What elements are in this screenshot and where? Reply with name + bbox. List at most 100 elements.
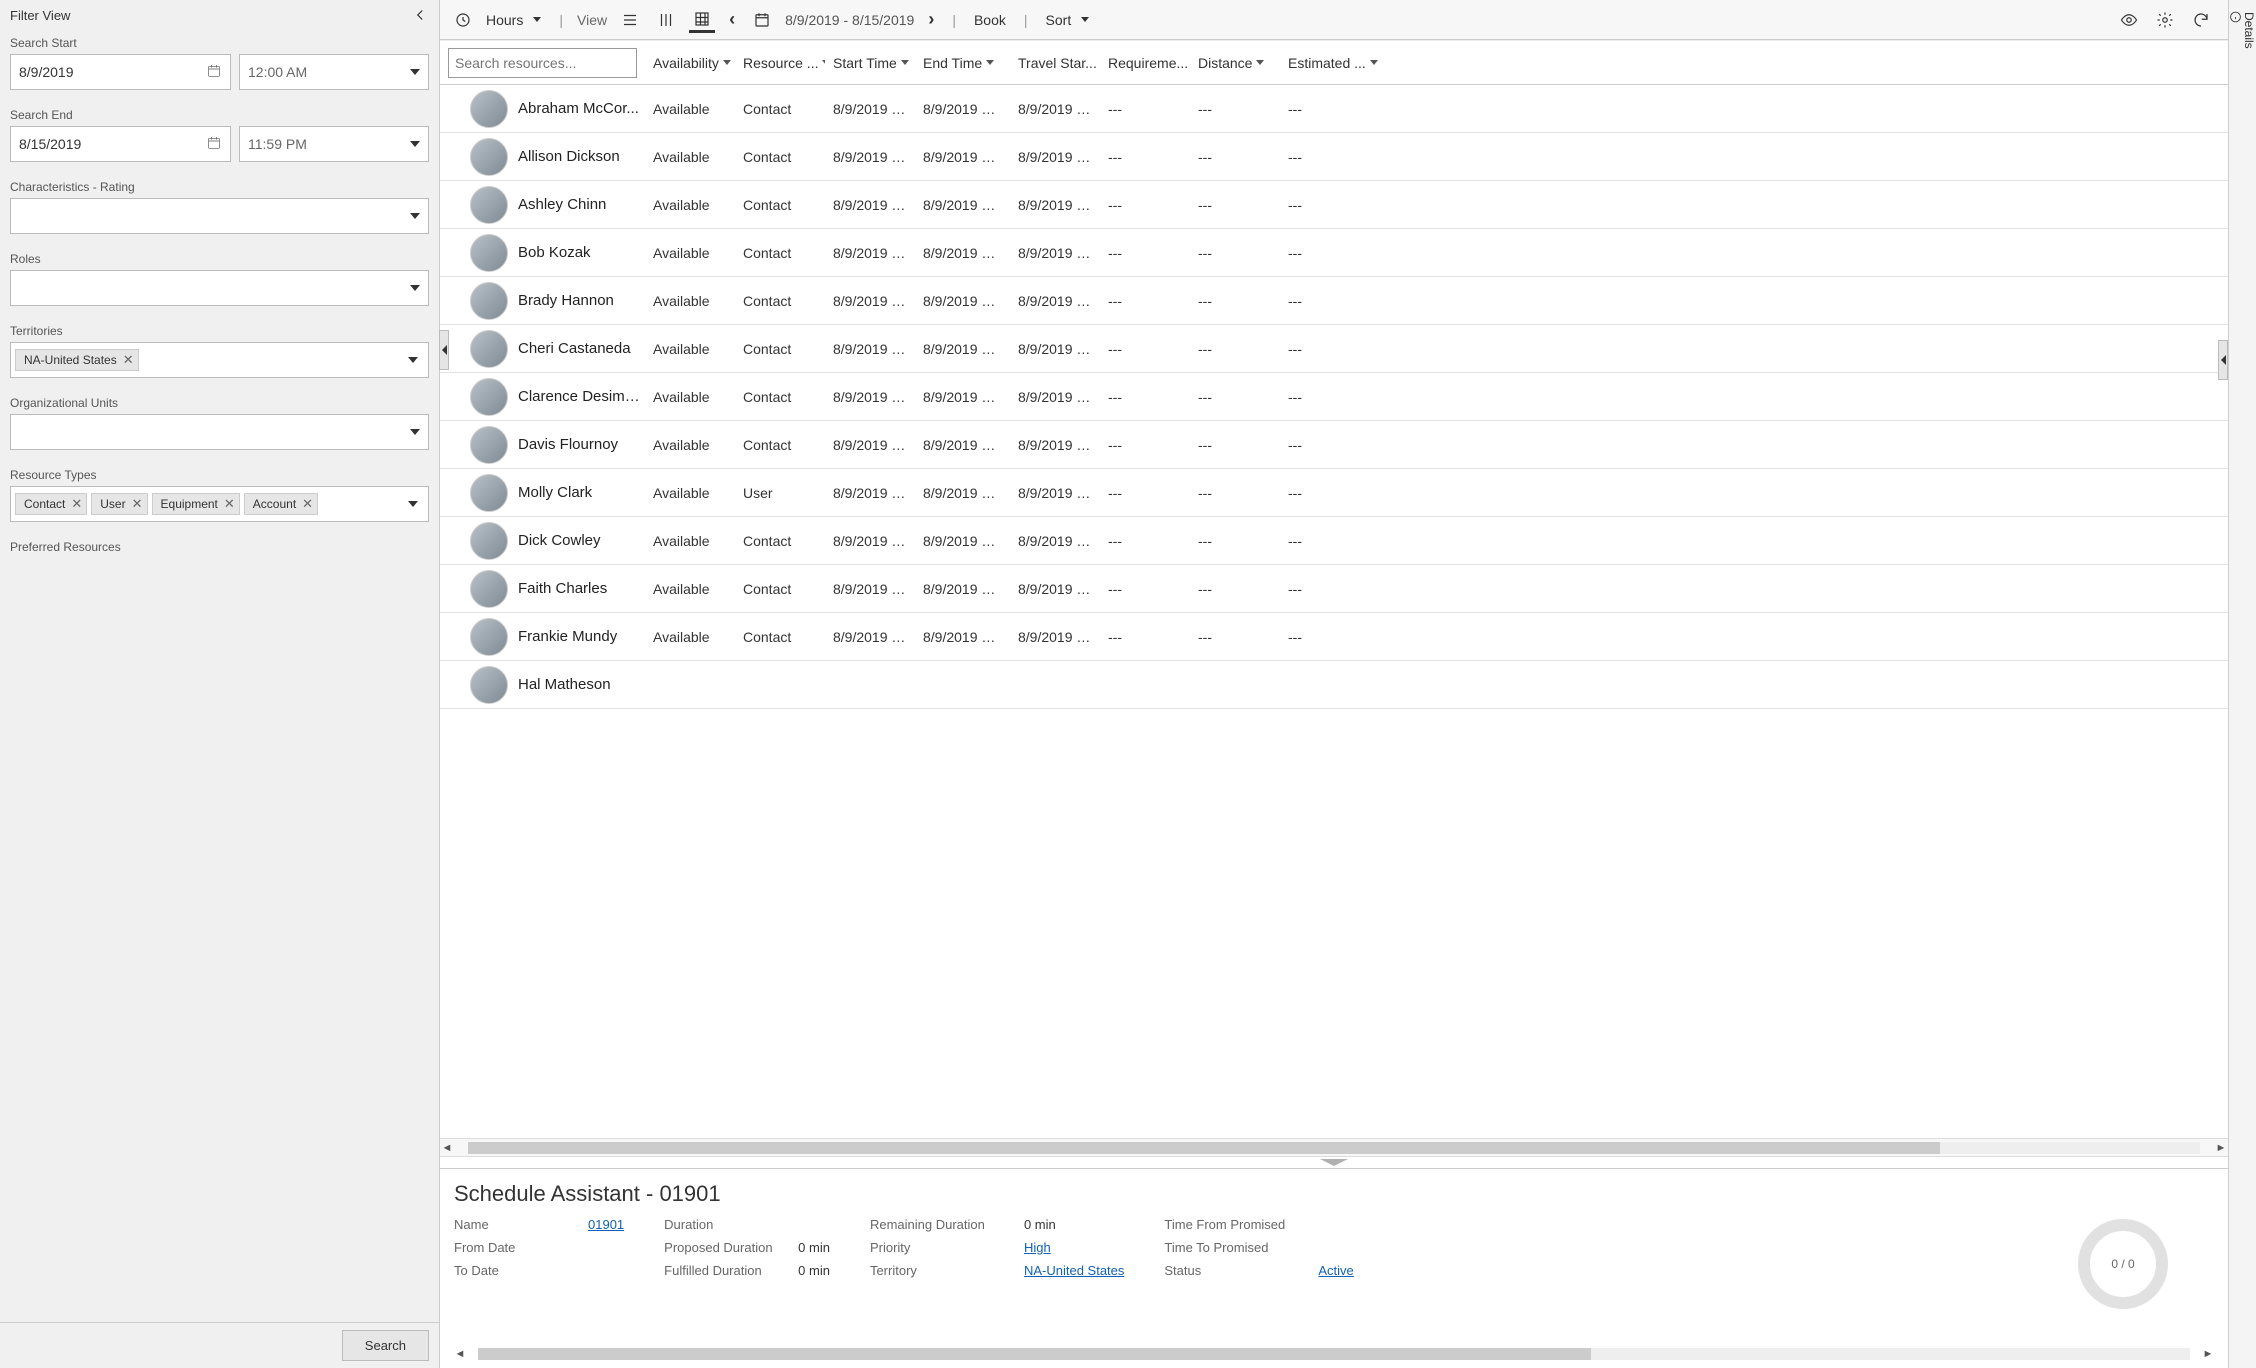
search-button[interactable]: Search [342,1330,429,1361]
table-row[interactable]: Davis Flournoy Available Contact 8/9/201… [440,421,2228,469]
chip[interactable]: Equipment✕ [152,493,240,515]
grid-hscroll[interactable]: ◄ ► [440,1138,2228,1156]
cell-travel-start: 8/9/2019 1... [1010,533,1100,549]
search-start-date[interactable]: 8/9/2019 [10,54,231,90]
cell-resource-type: Contact [735,533,825,549]
prev-button[interactable]: ‹ [725,9,739,30]
cell-travel-start: 8/9/2019 1... [1010,293,1100,309]
settings-button[interactable] [2152,7,2178,33]
chip[interactable]: NA-United States✕ [15,349,139,371]
col-estimated[interactable]: Estimated ... [1280,55,1390,71]
time-from-promised-label: Time From Promised [1164,1217,1294,1232]
cell-estimated: --- [1280,437,1390,453]
cell-resource-type: Contact [735,197,825,213]
table-row[interactable]: Dick Cowley Available Contact 8/9/2019 1… [440,517,2228,565]
chip[interactable]: User✕ [91,493,147,515]
cell-end-time: 8/9/2019 8:... [915,581,1010,597]
chevron-down-icon [410,285,420,291]
time-to-promised-label: Time To Promised [1164,1240,1294,1255]
col-distance[interactable]: Distance [1190,55,1280,71]
bottom-hscroll[interactable]: ◄ ► [454,1346,2214,1362]
book-button[interactable]: Book [970,8,1010,32]
name-link[interactable]: 01901 [588,1217,624,1232]
filter-collapse-handle[interactable] [439,330,449,370]
search-end-label: Search End [10,108,429,122]
scroll-left-icon[interactable]: ◄ [440,1142,454,1154]
sort-dropdown[interactable]: Sort [1042,8,1094,32]
next-button[interactable]: › [924,9,938,30]
table-row[interactable]: Clarence Desimo... Available Contact 8/9… [440,373,2228,421]
refresh-button[interactable] [2188,7,2214,33]
cell-resource-type: Contact [735,581,825,597]
chevron-down-icon [410,141,420,147]
table-row[interactable]: Molly Clark Available User 8/9/2019 1...… [440,469,2228,517]
hours-dropdown[interactable]: Hours [482,8,545,32]
eye-button[interactable] [2116,7,2142,33]
search-resources-input[interactable] [448,48,637,78]
org-units-select[interactable] [10,414,429,450]
scroll-thumb[interactable] [478,1348,1591,1360]
search-start-time[interactable]: 12:00 AM [239,54,429,90]
avatar [470,282,508,320]
remove-chip-icon[interactable]: ✕ [132,496,143,512]
table-row[interactable]: Ashley Chinn Available Contact 8/9/2019 … [440,181,2228,229]
col-start-time[interactable]: Start Time [825,55,915,71]
filter-body: Search Start 8/9/2019 12:00 AM Search En… [0,30,439,1322]
avatar [470,378,508,416]
table-row[interactable]: Brady Hannon Available Contact 8/9/2019 … [440,277,2228,325]
remove-chip-icon[interactable]: ✕ [123,352,134,368]
col-travel-start[interactable]: Travel Star... [1010,55,1100,71]
status-link[interactable]: Active [1318,1263,1353,1278]
resource-name: Molly Clark [518,484,592,501]
remove-chip-icon[interactable]: ✕ [71,496,82,512]
table-row[interactable]: Cheri Castaneda Available Contact 8/9/20… [440,325,2228,373]
avatar [470,666,508,704]
table-row[interactable]: Abraham McCor... Available Contact 8/9/2… [440,85,2228,133]
split-handle[interactable] [440,1156,2228,1168]
roles-select[interactable] [10,270,429,306]
chip[interactable]: Account✕ [244,493,318,515]
scroll-thumb[interactable] [468,1142,1940,1154]
cell-requirement: --- [1100,197,1190,213]
territory-link[interactable]: NA-United States [1024,1263,1124,1278]
col-requirement[interactable]: Requireme... [1100,55,1190,71]
table-row[interactable]: Bob Kozak Available Contact 8/9/2019 1..… [440,229,2228,277]
col-resource-type[interactable]: Resource ... [735,55,825,71]
priority-link[interactable]: High [1024,1240,1051,1255]
cell-travel-start: 8/9/2019 1... [1010,101,1100,117]
table-row[interactable]: Faith Charles Available Contact 8/9/2019… [440,565,2228,613]
cell-start-time: 8/9/2019 1... [825,533,915,549]
territories-select[interactable]: NA-United States✕ [10,342,429,378]
calendar-button[interactable] [749,7,775,33]
cell-end-time: 8/9/2019 5:... [915,197,1010,213]
resource-name: Clarence Desimo... [518,388,645,405]
scroll-right-icon[interactable]: ► [2202,1348,2214,1360]
chip[interactable]: Contact✕ [15,493,87,515]
characteristics-select[interactable] [10,198,429,234]
col-end-time[interactable]: End Time [915,55,1010,71]
col-availability[interactable]: Availability [645,55,735,71]
column-view-button[interactable] [653,7,679,33]
details-tab[interactable]: Details [2228,0,2256,1368]
remove-chip-icon[interactable]: ✕ [224,496,235,512]
grid-view-button[interactable] [689,6,715,33]
cell-requirement: --- [1100,533,1190,549]
collapse-filter-icon[interactable] [411,6,429,24]
remove-chip-icon[interactable]: ✕ [302,496,313,512]
scroll-right-icon[interactable]: ► [2214,1142,2228,1154]
list-view-button[interactable] [617,7,643,33]
table-row[interactable]: Allison Dickson Available Contact 8/9/20… [440,133,2228,181]
table-row[interactable]: Hal Matheson [440,661,2228,709]
details-collapse-handle[interactable] [2218,340,2228,380]
table-row[interactable]: Frankie Mundy Available Contact 8/9/2019… [440,613,2228,661]
search-end-time[interactable]: 11:59 PM [239,126,429,162]
resource-types-select[interactable]: Contact✕User✕Equipment✕Account✕ [10,486,429,522]
grid-body[interactable]: Abraham McCor... Available Contact 8/9/2… [440,85,2228,1138]
cell-estimated: --- [1280,581,1390,597]
search-end-date[interactable]: 8/15/2019 [10,126,231,162]
scroll-left-icon[interactable]: ◄ [454,1348,466,1360]
chevron-down-icon [1081,17,1089,22]
resource-name: Dick Cowley [518,532,601,549]
cell-estimated: --- [1280,101,1390,117]
cell-availability: Available [645,581,735,597]
